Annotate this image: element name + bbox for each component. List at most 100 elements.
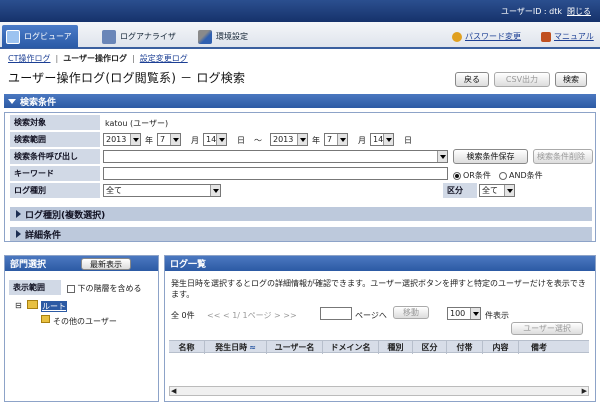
keyword-input[interactable]: [103, 167, 448, 180]
col-kubun[interactable]: 区分: [413, 341, 447, 354]
include-lower-option[interactable]: 下の階層を含める: [67, 283, 142, 294]
col-notes[interactable]: 備考: [519, 341, 559, 354]
search-conditions-header[interactable]: 検索条件: [4, 94, 596, 108]
tab-label: 環境設定: [216, 32, 248, 41]
user-id-label: ユーザーID : dtk: [501, 7, 562, 16]
refresh-button[interactable]: 最新表示: [81, 258, 131, 270]
month-unit: 月: [358, 136, 366, 145]
col-domain[interactable]: ドメイン名: [323, 341, 379, 354]
tree-other-users[interactable]: その他のユーザー: [53, 316, 117, 327]
book-icon: [541, 31, 551, 42]
to-day-select[interactable]: 14: [370, 133, 394, 146]
or-radio[interactable]: [453, 171, 461, 180]
close-link[interactable]: 閉じる: [567, 6, 591, 17]
page-to-label: ページへ: [355, 311, 387, 320]
per-page-unit: 件表示: [485, 311, 509, 320]
user-select-button[interactable]: ユーザー選択: [511, 322, 583, 335]
dept-panel: 部門選択 最新表示 表示範囲 下の階層を含める ⊟ ルート その他のユーザー: [4, 255, 159, 402]
log-type-links: CT操作ログ | ユーザー操作ログ | 設定変更ログ: [8, 54, 188, 63]
move-button[interactable]: 移動: [393, 306, 429, 319]
manual-link[interactable]: マニュアル: [541, 31, 594, 42]
tree-root[interactable]: ルート: [41, 301, 67, 312]
back-button[interactable]: 戻る: [455, 72, 489, 87]
settings-tools-icon: [198, 29, 212, 44]
delete-conditions-button[interactable]: 検索条件削除: [533, 149, 593, 164]
col-type[interactable]: 種別: [379, 341, 413, 354]
multi-logtype-toggle[interactable]: ログ種別(複数選択): [10, 207, 592, 221]
include-lower-checkbox[interactable]: [67, 284, 75, 293]
expand-icon: [16, 210, 21, 218]
multi-logtype-label: ログ種別(複数選択): [25, 210, 106, 221]
search-button[interactable]: 検索: [555, 72, 587, 87]
per-page-select[interactable]: 100: [447, 307, 481, 320]
folder-icon: [41, 315, 50, 323]
expand-icon: [16, 230, 21, 238]
link-ct-log[interactable]: CT操作ログ: [8, 54, 50, 63]
tab-log-analyzer[interactable]: ログアナライザ: [98, 25, 182, 48]
pager[interactable]: << < 1/ 1ページ > >>: [207, 310, 297, 321]
search-form: 検索対象 katou (ユーザー) 検索範囲 2013 年 7 月 14 日 ～…: [4, 112, 596, 242]
nav-bar: ログビューア ログアナライザ 環境設定 パスワード変更 マニュアル: [0, 22, 600, 49]
detail-conditions-toggle[interactable]: 詳細条件: [10, 227, 592, 241]
col-datetime[interactable]: 発生日時 ≈: [205, 341, 267, 354]
password-change-link[interactable]: パスワード変更: [452, 31, 521, 42]
and-option[interactable]: AND条件: [499, 170, 543, 181]
tab-log-viewer[interactable]: ログビューア: [2, 25, 78, 48]
logtype-label: ログ種別: [10, 183, 100, 198]
from-day-select[interactable]: 14: [203, 133, 227, 146]
from-year-select[interactable]: 2013: [103, 133, 141, 146]
recall-label: 検索条件呼び出し: [10, 149, 100, 164]
col-username[interactable]: ユーザー名: [267, 341, 323, 354]
and-radio[interactable]: [499, 171, 507, 180]
day-unit: 日: [237, 136, 245, 145]
collapse-icon: [8, 98, 16, 104]
year-unit: 年: [145, 136, 153, 145]
range-label: 表示範囲: [9, 280, 61, 295]
kubun-label: 区分: [443, 183, 477, 198]
to-month-select[interactable]: 7: [324, 133, 348, 146]
tab-label: ログビューア: [24, 32, 72, 41]
to-year-select[interactable]: 2013: [270, 133, 308, 146]
current-user-log: ユーザー操作ログ: [63, 54, 128, 63]
year-unit: 年: [312, 136, 320, 145]
day-unit: 日: [404, 136, 412, 145]
horizontal-scrollbar[interactable]: ◀ ▶: [169, 386, 589, 396]
sort-asc-icon: ≈: [249, 343, 256, 352]
from-month-select[interactable]: 7: [157, 133, 181, 146]
save-conditions-button[interactable]: 検索条件保存: [453, 149, 528, 164]
log-analyzer-icon: [102, 29, 116, 44]
saved-conditions-select[interactable]: [103, 150, 448, 163]
target-value: katou (ユーザー): [105, 119, 169, 128]
table-header: 名称 発生日時 ≈ ユーザー名 ドメイン名 種別 区分 付帯 内容 備考: [169, 340, 589, 354]
col-attach[interactable]: 付帯: [447, 341, 483, 354]
top-bar: ユーザーID : dtk 閉じる: [0, 0, 600, 22]
logtype-select[interactable]: 全て: [103, 184, 221, 197]
total-count: 全 0件: [171, 311, 195, 320]
kubun-select[interactable]: 全て: [479, 184, 515, 197]
log-list-header: ログ一覧: [165, 256, 595, 271]
tree-expander[interactable]: ⊟: [15, 301, 22, 310]
detail-conditions-label: 詳細条件: [25, 230, 62, 241]
csv-export-button[interactable]: CSV出力: [494, 72, 550, 87]
manual-label: マニュアル: [554, 32, 594, 41]
page-number-input[interactable]: [320, 307, 352, 320]
log-viewer-icon: [6, 29, 20, 44]
log-list-description: 発生日時を選択するとログの詳細情報が確認できます。ユーザー選択ボタンを押すと特定…: [171, 279, 586, 299]
scroll-right-icon[interactable]: ▶: [582, 387, 587, 395]
or-option[interactable]: OR条件: [453, 170, 491, 181]
target-label: 検索対象: [10, 115, 100, 130]
month-unit: 月: [191, 136, 199, 145]
password-change-label: パスワード変更: [465, 32, 521, 41]
search-conditions-title: 検索条件: [20, 97, 57, 108]
col-name[interactable]: 名称: [169, 341, 205, 354]
dept-title: 部門選択: [10, 260, 47, 270]
tab-settings[interactable]: 環境設定: [194, 25, 254, 48]
link-settings-log[interactable]: 設定変更ログ: [140, 54, 188, 63]
scroll-left-icon[interactable]: ◀: [171, 387, 176, 395]
tab-label: ログアナライザ: [120, 32, 176, 41]
folder-icon: [27, 300, 38, 309]
key-icon: [452, 31, 462, 42]
col-content[interactable]: 内容: [483, 341, 519, 354]
range-tilde: ～: [254, 136, 262, 145]
log-list-title: ログ一覧: [170, 260, 207, 270]
